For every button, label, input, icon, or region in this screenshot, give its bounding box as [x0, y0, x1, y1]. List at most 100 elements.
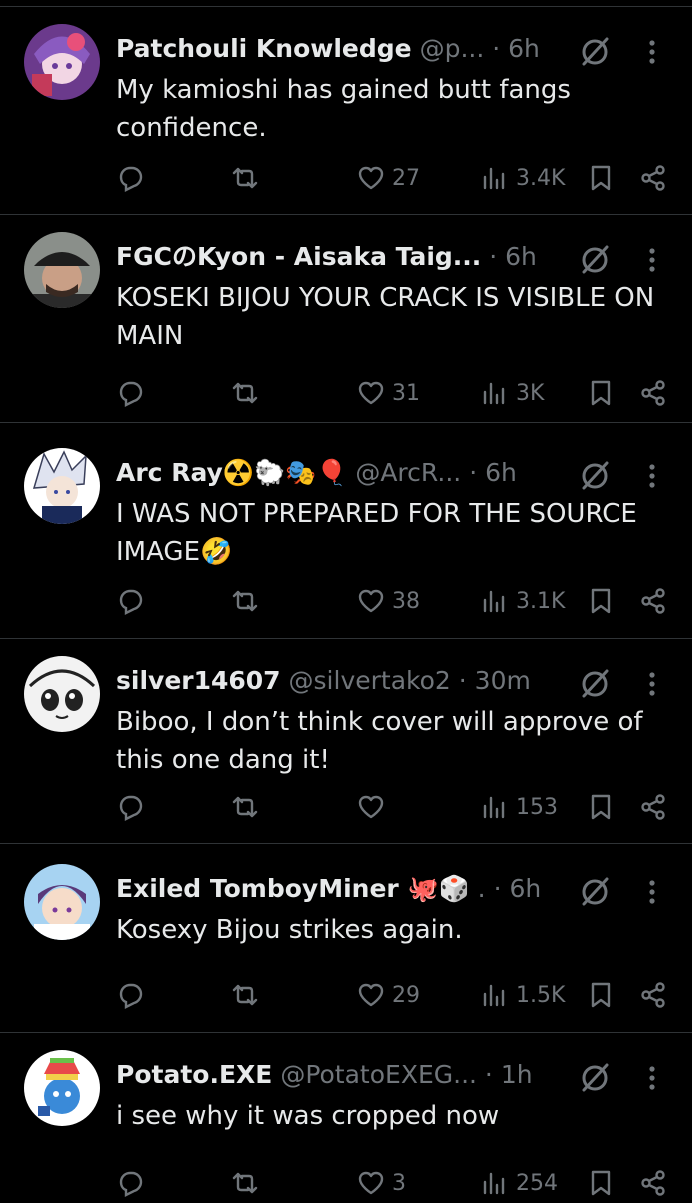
display-name[interactable]: Exiled TomboyMiner 🐙🎲 — [116, 874, 470, 903]
repost-button[interactable] — [230, 581, 266, 621]
like-button[interactable]: 3 — [356, 1163, 406, 1203]
repost-button[interactable] — [230, 1163, 266, 1203]
like-button[interactable]: 31 — [356, 373, 420, 413]
share-button[interactable] — [638, 1163, 668, 1203]
reply-button[interactable] — [116, 787, 152, 827]
avatar-kyon[interactable] — [24, 232, 100, 308]
reply-button[interactable] — [116, 975, 152, 1015]
views-button[interactable]: 153 — [480, 787, 558, 827]
display-name[interactable]: Patchouli Knowledge — [116, 34, 412, 63]
views-button[interactable]: 3.1K — [480, 581, 565, 621]
repost-icon — [232, 984, 258, 1006]
like-button[interactable]: 29 — [356, 975, 420, 1015]
like-button[interactable] — [356, 787, 392, 827]
post-time[interactable]: 1h — [501, 1060, 533, 1089]
grok-icon[interactable] — [578, 459, 612, 493]
more-icon[interactable] — [640, 877, 664, 907]
grok-icon[interactable] — [578, 35, 612, 69]
repost-button[interactable] — [230, 158, 266, 198]
repost-icon — [232, 1172, 258, 1194]
post-time[interactable]: 6h — [505, 242, 537, 271]
more-icon[interactable] — [640, 37, 664, 67]
views-button[interactable]: 3K — [480, 373, 544, 413]
share-button[interactable] — [638, 975, 668, 1015]
action-bar: 31 3K — [116, 373, 676, 413]
view-count: 3.1K — [516, 588, 566, 614]
like-button[interactable]: 27 — [356, 158, 420, 198]
reply-icon — [119, 1171, 143, 1197]
reply-icon — [119, 983, 143, 1009]
more-icon[interactable] — [640, 669, 664, 699]
post-text: My kamioshi has gained butt fangs confid… — [116, 75, 571, 143]
bookmark-button[interactable] — [586, 787, 616, 827]
more-icon[interactable] — [640, 461, 664, 491]
views-button[interactable]: 3.4K — [480, 158, 565, 198]
display-name[interactable]: Potato.EXE — [116, 1060, 272, 1089]
user-handle[interactable]: @silvertako2 — [289, 666, 451, 695]
like-count: 29 — [392, 982, 420, 1008]
share-button[interactable] — [638, 373, 668, 413]
like-count: 38 — [392, 588, 420, 614]
display-name[interactable]: Arc Ray☢️🐑🎭🎈 — [116, 458, 347, 487]
views-button[interactable]: 1.5K — [480, 975, 565, 1015]
share-button[interactable] — [638, 787, 668, 827]
user-handle[interactable]: . — [478, 874, 486, 903]
bookmark-button[interactable] — [586, 373, 616, 413]
grok-icon[interactable] — [578, 243, 612, 277]
reply-button[interactable] — [116, 373, 152, 413]
share-icon — [641, 588, 665, 614]
repost-button[interactable] — [230, 373, 266, 413]
heart-icon — [358, 381, 384, 405]
reply-icon — [119, 381, 143, 407]
bookmark-button[interactable] — [586, 1163, 616, 1203]
post-time[interactable]: 6h — [509, 874, 541, 903]
post-3[interactable]: silver14607 @silvertako2 · 30m Biboo, I … — [0, 639, 692, 844]
post-header: FGCのKyon - Aisaka Taig... · 6h — [116, 242, 537, 271]
like-button[interactable]: 38 — [356, 581, 420, 621]
bookmark-button[interactable] — [586, 581, 616, 621]
share-button[interactable] — [638, 581, 668, 621]
grok-icon[interactable] — [578, 1061, 612, 1095]
reply-button[interactable] — [116, 581, 152, 621]
user-handle[interactable]: @ArcR... — [355, 458, 461, 487]
avatar-silver[interactable] — [24, 656, 100, 732]
display-name[interactable]: FGCのKyon - Aisaka Taig... — [116, 242, 481, 271]
post-header: Patchouli Knowledge @p... · 6h — [116, 34, 540, 63]
more-icon[interactable] — [640, 1063, 664, 1093]
bookmark-button[interactable] — [586, 975, 616, 1015]
share-button[interactable] — [638, 158, 668, 198]
post-header: Arc Ray☢️🐑🎭🎈 @ArcR... · 6h — [116, 458, 517, 487]
repost-button[interactable] — [230, 787, 266, 827]
avatar-potato[interactable] — [24, 1050, 100, 1126]
reply-button[interactable] — [116, 1163, 152, 1203]
post-0[interactable]: Patchouli Knowledge @p... · 6h My kamios… — [0, 7, 692, 215]
post-time[interactable]: 30m — [475, 666, 531, 695]
post-text: I WAS NOT PREPARED FOR THE SOURCE IMAGE🤣 — [116, 499, 637, 567]
display-name[interactable]: silver14607 — [116, 666, 281, 695]
user-handle[interactable]: @PotatoEXEG... — [280, 1060, 477, 1089]
avatar-arcray[interactable] — [24, 448, 100, 524]
repost-button[interactable] — [230, 975, 266, 1015]
user-handle[interactable]: @p... — [420, 34, 485, 63]
post-1[interactable]: FGCのKyon - Aisaka Taig... · 6h KOSEKI BI… — [0, 215, 692, 423]
post-time[interactable]: 6h — [508, 34, 540, 63]
bookmark-button[interactable] — [586, 158, 616, 198]
post-time[interactable]: 6h — [485, 458, 517, 487]
repost-icon — [232, 796, 258, 818]
more-icon[interactable] — [640, 245, 664, 275]
post-2[interactable]: Arc Ray☢️🐑🎭🎈 @ArcR... · 6h I WAS NOT PRE… — [0, 431, 692, 639]
action-bar: 153 — [116, 787, 676, 827]
bookmark-icon — [591, 380, 611, 406]
heart-icon — [358, 983, 384, 1007]
reply-button[interactable] — [116, 158, 152, 198]
avatar-patchouli[interactable] — [24, 24, 100, 100]
grok-icon[interactable] — [578, 667, 612, 701]
views-button[interactable]: 254 — [480, 1163, 558, 1203]
action-bar: 38 3.1K — [116, 581, 676, 621]
post-4[interactable]: Exiled TomboyMiner 🐙🎲 . · 6h Kosexy Bijo… — [0, 847, 692, 1033]
post-5[interactable]: Potato.EXE @PotatoEXEG... · 1h i see why… — [0, 1033, 692, 1200]
avatar-tomboy[interactable] — [24, 864, 100, 940]
post-header: Exiled TomboyMiner 🐙🎲 . · 6h — [116, 874, 542, 903]
grok-icon[interactable] — [578, 875, 612, 909]
like-count: 27 — [392, 165, 420, 191]
